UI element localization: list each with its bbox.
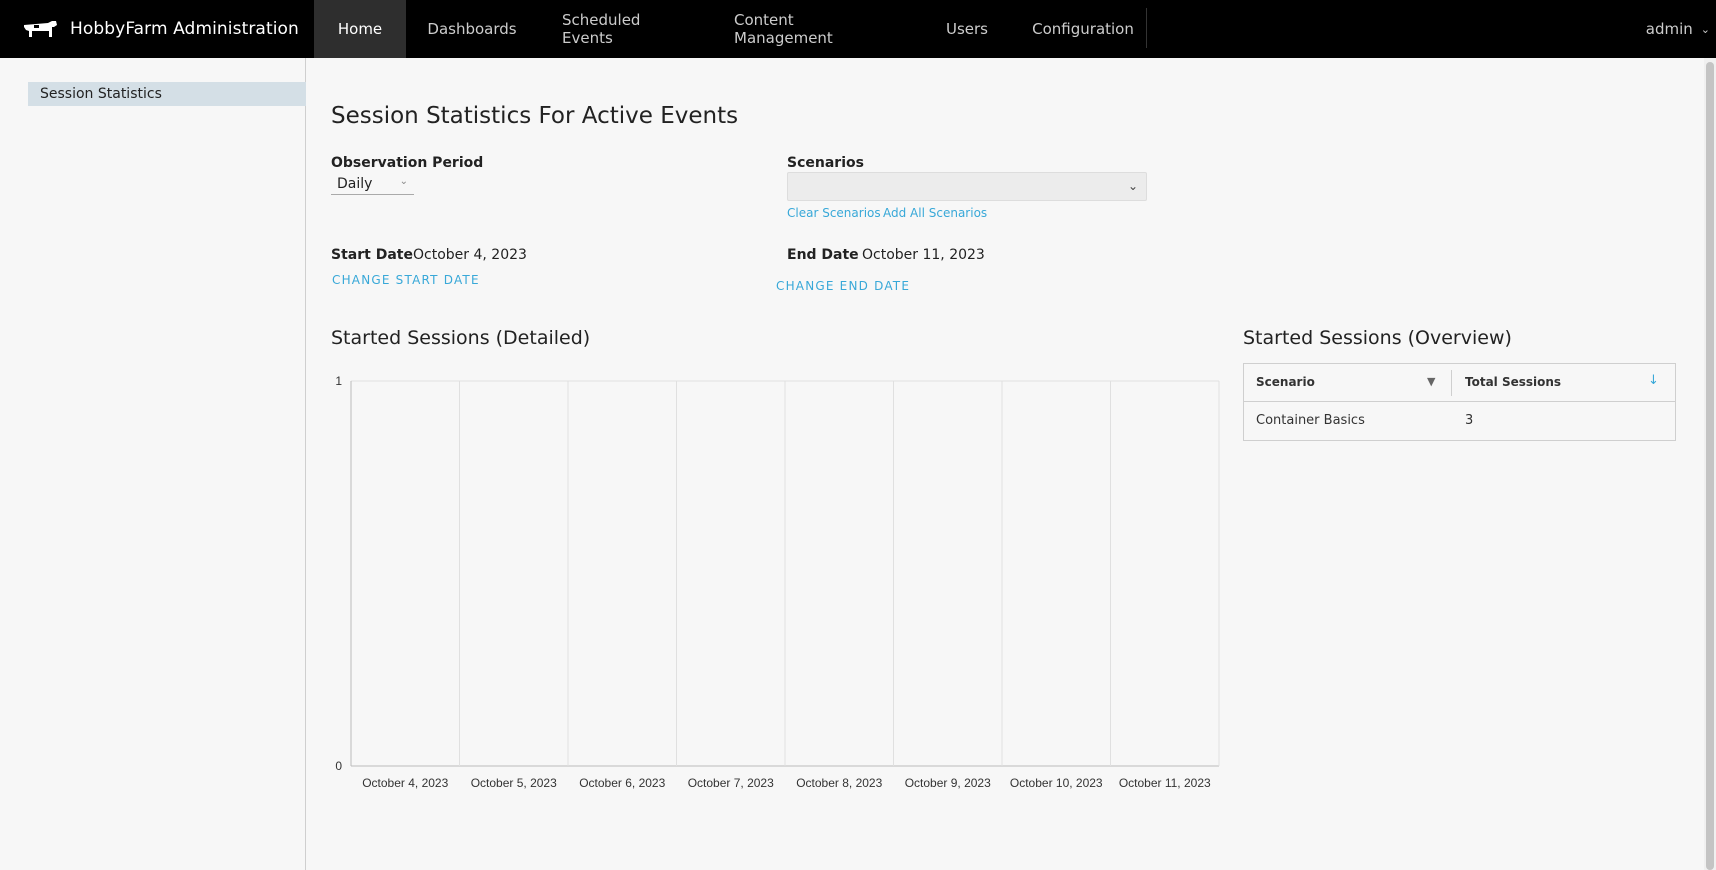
nav-scheduled-events[interactable]: Scheduled Events [538,0,710,58]
chevron-down-icon: ⌄ [399,176,408,187]
x-tick-label: October 8, 2023 [796,776,882,790]
x-tick-label: October 5, 2023 [471,776,557,790]
overview-table: Scenario ▼ Total Sessions ↓ Container Ba… [1243,363,1676,441]
x-tick-label: October 9, 2023 [905,776,991,790]
started-sessions-chart: 0 1 October 4, 2023 October 5, 2023 October … [335,374,1220,790]
clear-scenarios-link[interactable]: Clear Scenarios [787,206,881,220]
end-date-label: End Date [787,247,859,263]
column-header-total-sessions[interactable]: Total Sessions [1465,375,1561,389]
arrow-down-icon[interactable]: ↓ [1648,373,1659,388]
column-header-scenario[interactable]: Scenario [1256,375,1315,389]
cow-icon [24,21,57,37]
sidebar: Session Statistics [0,58,306,870]
x-tick-label: October 7, 2023 [688,776,774,790]
column-separator[interactable] [1451,370,1452,396]
observation-period-select[interactable]: Daily ⌄ [331,173,414,195]
cell-scenario: Container Basics [1256,413,1365,428]
nav-configuration[interactable]: Configuration [1016,0,1150,58]
observation-period-label: Observation Period [331,155,484,171]
scenarios-label: Scenarios [787,155,864,171]
detailed-chart-title: Started Sessions (Detailed) [331,327,591,349]
start-date-value: October 4, 2023 [413,247,527,263]
change-end-date-button[interactable]: CHANGE END DATE [776,279,910,293]
y-tick-label: 0 [335,759,342,773]
x-tick-label: October 4, 2023 [362,776,448,790]
change-start-date-button[interactable]: CHANGE START DATE [332,273,480,287]
scrollbar-thumb[interactable] [1706,62,1714,870]
nav-home[interactable]: Home [314,0,406,58]
x-tick-label: October 6, 2023 [579,776,665,790]
y-tick-label: 1 [335,374,342,388]
app-title: HobbyFarm Administration [70,19,299,39]
sidebar-item-label: Session Statistics [40,86,162,102]
user-menu[interactable]: admin ⌄ [1646,0,1716,58]
x-tick-label: October 11, 2023 [1119,776,1211,790]
nav-content-management[interactable]: Content Management [710,0,918,58]
page-title: Session Statistics For Active Events [331,103,739,129]
username: admin [1645,20,1693,38]
observation-period-value: Daily [337,175,373,192]
table-row[interactable]: Container Basics 3 [1244,403,1675,440]
filter-icon[interactable]: ▼ [1427,375,1435,388]
top-navbar: HobbyFarm Administration Home Dashboards… [0,0,1716,58]
start-date-label: Start Date [331,247,413,263]
nav-dashboards[interactable]: Dashboards [406,0,538,58]
end-date-value: October 11, 2023 [862,247,985,263]
brand[interactable]: HobbyFarm Administration [22,0,299,58]
table-header: Scenario ▼ Total Sessions ↓ [1244,364,1675,402]
chevron-down-icon: ⌄ [1700,22,1710,36]
nav-users[interactable]: Users [918,0,1016,58]
chevron-down-icon: ⌄ [1127,179,1138,193]
add-all-scenarios-link[interactable]: Add All Scenarios [883,206,987,220]
sidebar-item-session-statistics[interactable]: Session Statistics [28,82,306,106]
x-tick-label: October 10, 2023 [1010,776,1103,790]
scenarios-select[interactable]: ⌄ [787,172,1147,201]
overview-table-title: Started Sessions (Overview) [1243,327,1512,349]
cell-total-sessions: 3 [1465,413,1474,428]
nav-divider [1146,8,1147,48]
